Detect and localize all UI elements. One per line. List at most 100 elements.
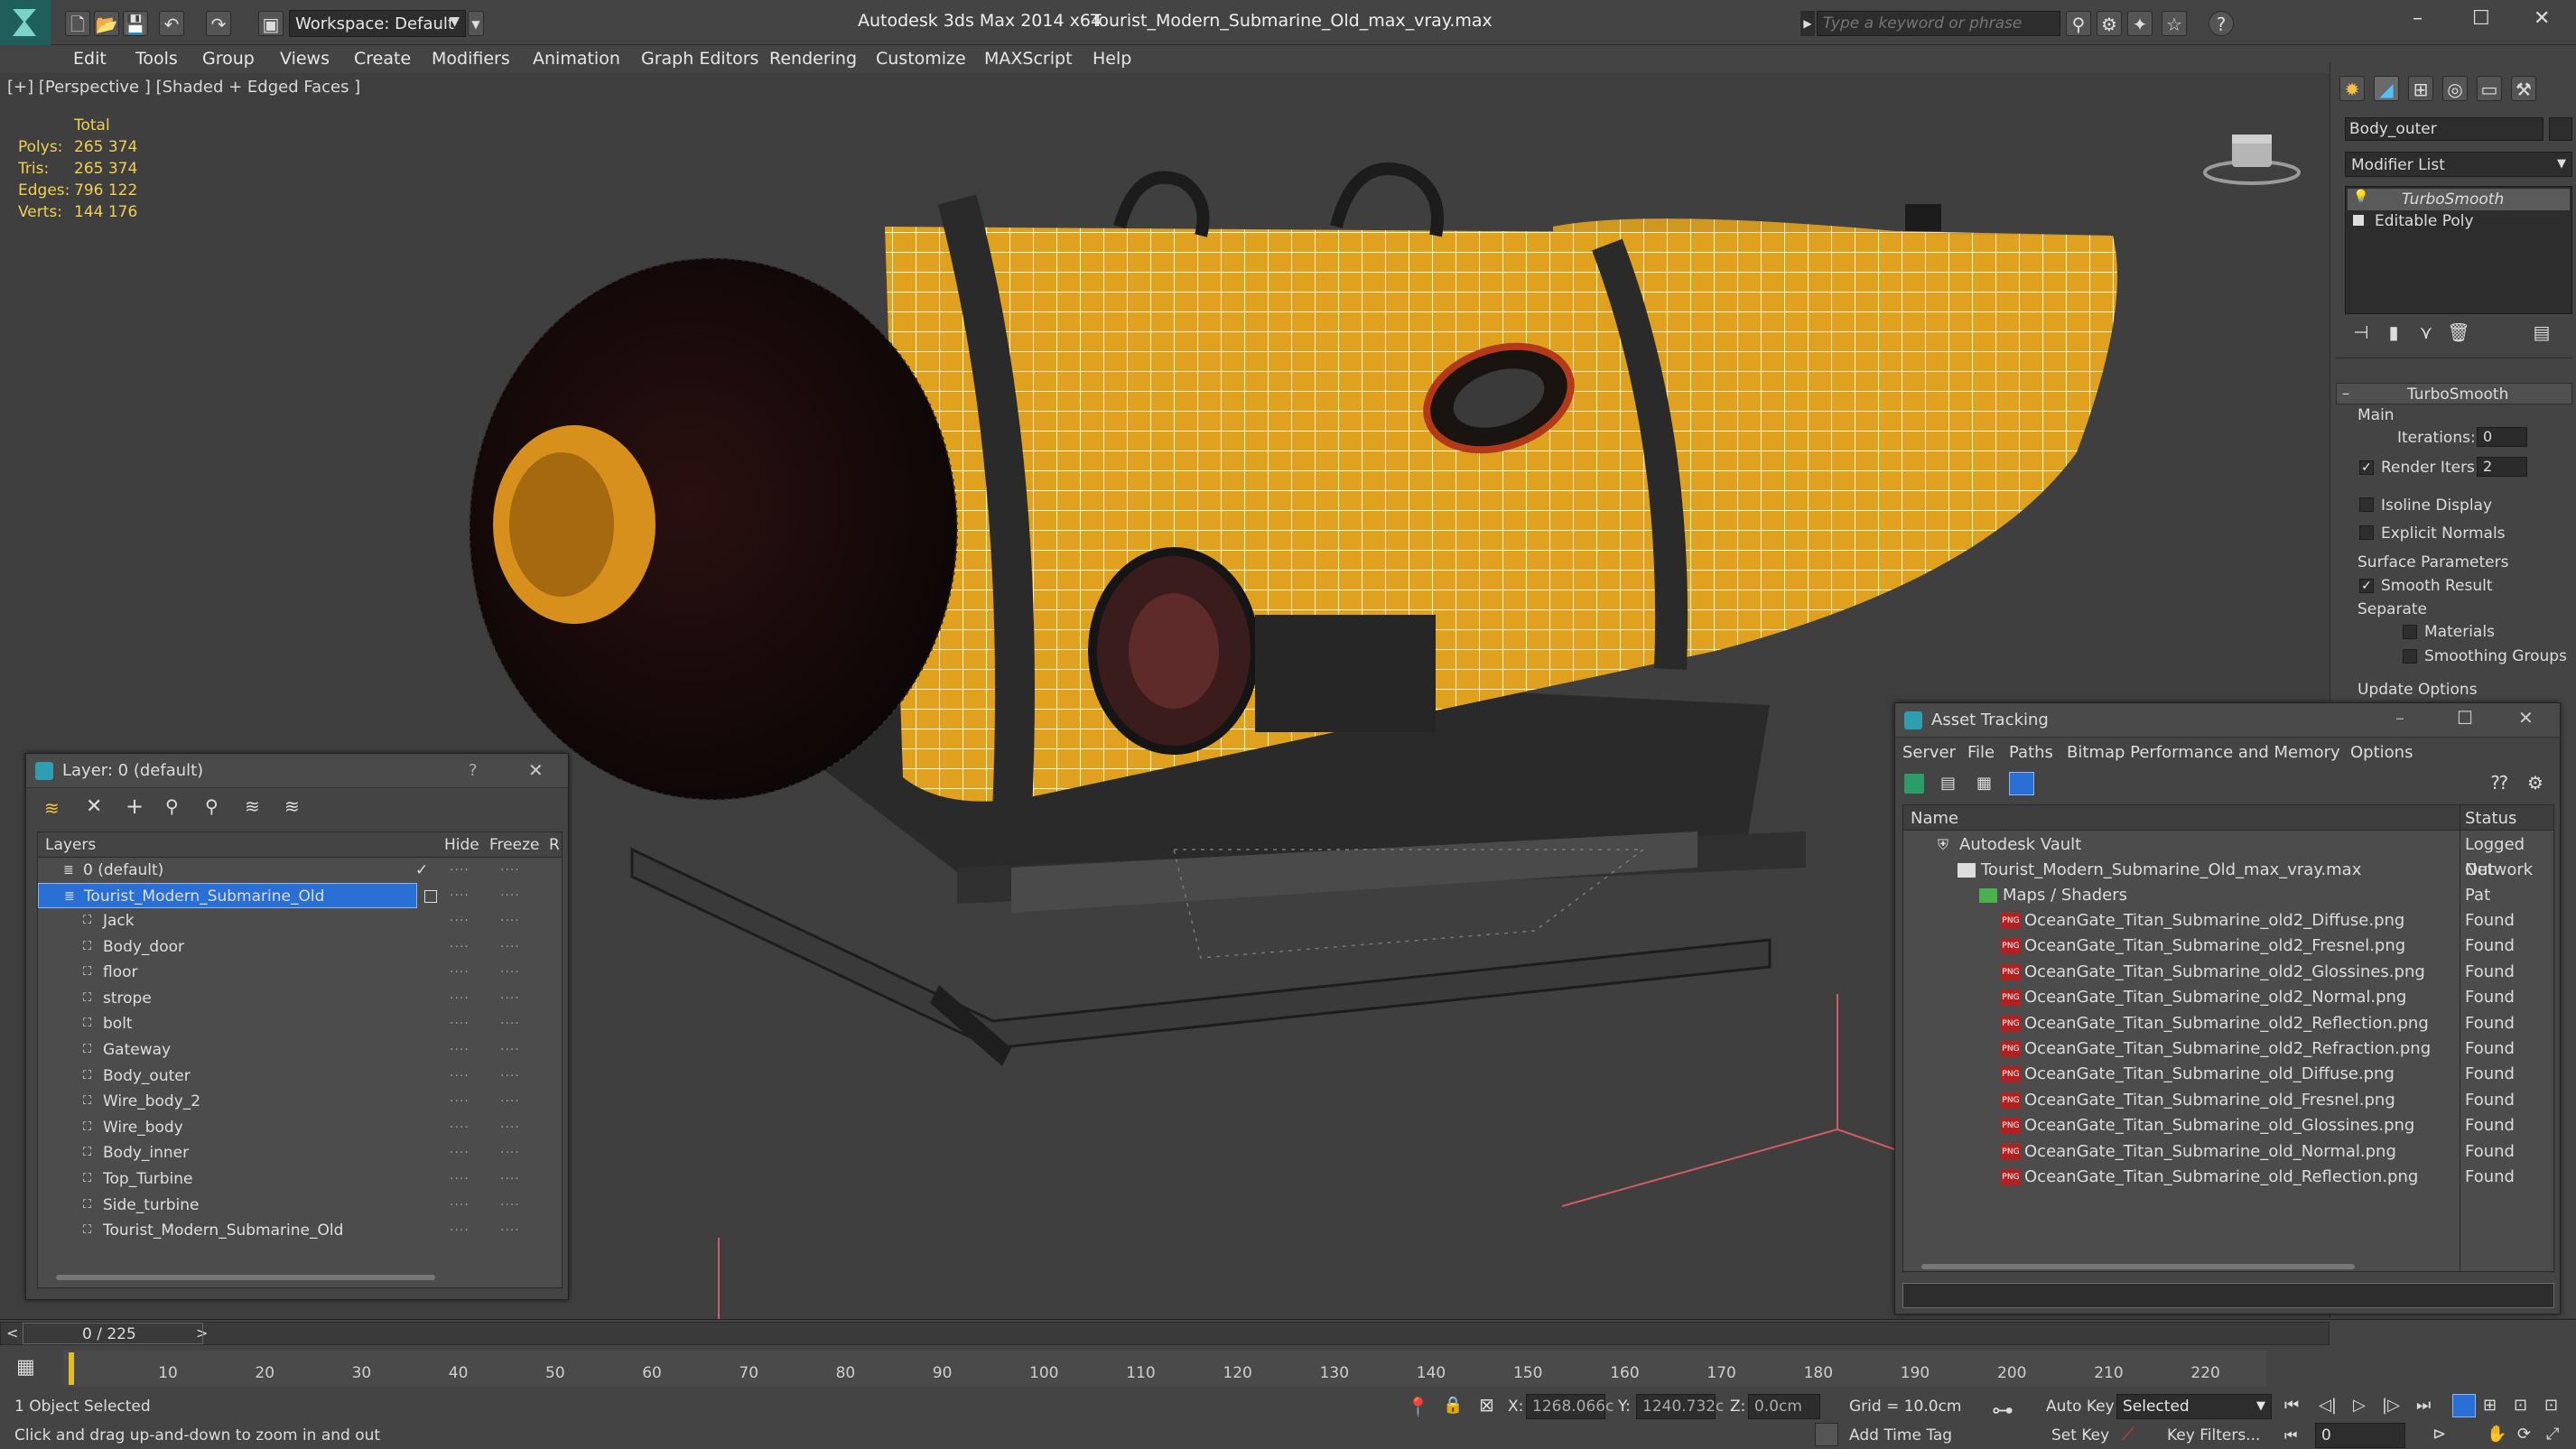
object-row[interactable]: ⛶ Tourist_Modern_Submarine_Old ···· ···· — [38, 1218, 578, 1243]
prev-frame-icon[interactable]: < — [6, 1324, 18, 1342]
hide-toggle[interactable]: ···· — [450, 1166, 470, 1192]
iterations-spinner[interactable]: 0 — [2477, 427, 2527, 447]
asset-row-map[interactable]: PNG OceanGate_Titan_Submarine_old_Normal.… — [1903, 1139, 2553, 1165]
asset-row-maxfile[interactable]: Tourist_Modern_Submarine_Old_max_vray.ma… — [1903, 858, 2553, 905]
help-icon[interactable]: ? — [469, 761, 478, 780]
hierarchy-tab-icon[interactable]: ⊞ — [2408, 76, 2433, 101]
dialog-title-bar[interactable]: Layer: 0 (default) ? ✕ — [26, 754, 568, 788]
minimize-button[interactable]: – — [2413, 7, 2423, 30]
asset-row-map[interactable]: PNG OceanGate_Titan_Submarine_old2_Fresne… — [1903, 933, 2553, 959]
configure-sets-icon[interactable]: ▤ — [2529, 320, 2554, 345]
menu-animation[interactable]: Animation — [533, 49, 620, 69]
stack-item-turbosmooth[interactable]: 💡 TurboSmooth — [2348, 189, 2570, 210]
object-row[interactable]: ⛶ strope ···· ···· — [38, 986, 578, 1011]
menu-views[interactable]: Views — [280, 49, 330, 69]
delete-icon[interactable]: ✕ — [86, 795, 102, 818]
hide-toggle[interactable]: ···· — [450, 1089, 470, 1114]
asset-path-field[interactable] — [1902, 1283, 2554, 1308]
object-row[interactable]: ⛶ floor ···· ···· — [38, 960, 578, 985]
hide-toggle[interactable]: ···· — [450, 1193, 470, 1218]
column-hide[interactable]: Hide — [444, 836, 479, 854]
communication-icon[interactable]: ✦ — [2127, 11, 2153, 36]
detail-view-icon[interactable]: ▦ — [1976, 774, 1992, 793]
close-button[interactable]: ✕ — [2534, 7, 2550, 30]
select-objects-icon[interactable]: ⚲ — [165, 795, 179, 817]
isoline-display-checkbox[interactable] — [2359, 497, 2374, 512]
remove-modifier-icon[interactable]: 🗑 — [2446, 320, 2471, 345]
hide-toggle[interactable]: ···· — [450, 1115, 470, 1140]
hide-toggle[interactable]: ···· — [450, 986, 470, 1011]
open-file-icon[interactable]: 📂 — [94, 11, 119, 36]
freeze-toggle[interactable]: ···· — [500, 1011, 520, 1036]
time-tag-icon[interactable] — [1815, 1423, 1838, 1446]
pin-icon[interactable]: 📍 — [1407, 1396, 1429, 1417]
active-check-icon[interactable]: ✓ — [415, 858, 428, 883]
hide-toggle[interactable]: ···· — [450, 1140, 470, 1166]
asset-row-map[interactable]: PNG OceanGate_Titan_Submarine_old2_Glossi… — [1903, 960, 2553, 985]
freeze-toggle[interactable]: ···· — [500, 1064, 520, 1089]
undo-icon[interactable]: ↶ — [159, 11, 184, 36]
refresh-icon[interactable] — [1904, 774, 1924, 794]
hide-toggle[interactable]: ···· — [450, 960, 470, 985]
menu-modifiers[interactable]: Modifiers — [432, 49, 510, 69]
freeze-toggle[interactable]: ···· — [500, 908, 520, 933]
asset-row-map[interactable]: PNG OceanGate_Titan_Submarine_old2_Reflec… — [1903, 1011, 2553, 1036]
zoom-extents-icon[interactable]: ⊡ — [2514, 1396, 2527, 1415]
app-logo-icon[interactable] — [0, 0, 51, 45]
favorites-star-icon[interactable]: ☆ — [2162, 11, 2187, 36]
binoculars-icon[interactable]: ⚲ — [2066, 11, 2091, 36]
asset-row-map[interactable]: PNG OceanGate_Titan_Submarine_old_Fresnel… — [1903, 1088, 2553, 1113]
prev-frame-icon[interactable]: ⏮ — [2284, 1426, 2297, 1444]
column-name[interactable]: Name — [1911, 809, 1958, 828]
dialog-title-bar[interactable]: Asset Tracking – ☐ ✕ — [1895, 703, 2560, 738]
subscription-icon[interactable]: ⚙ — [2097, 11, 2122, 36]
freeze-toggle[interactable]: ···· — [500, 1193, 520, 1218]
freeze-toggle[interactable]: ···· — [500, 934, 520, 960]
freeze-toggle[interactable]: ···· — [500, 863, 520, 878]
set-key-button[interactable]: Set Key — [2051, 1426, 2109, 1444]
pin-stack-icon[interactable]: ⊣ — [2348, 320, 2374, 345]
layer-row-default[interactable]: ≣ 0 (default) ✓ — [38, 858, 578, 883]
save-icon[interactable]: 💾 — [123, 11, 148, 36]
freeze-toggle[interactable]: ···· — [500, 960, 520, 985]
time-slider-thumb[interactable] — [23, 1323, 203, 1344]
object-row[interactable]: ⛶ Body_door ···· ···· — [38, 934, 578, 960]
menu-tools[interactable]: Tools — [135, 49, 178, 69]
layer-row-submarine[interactable]: ≣ Tourist_Modern_Submarine_Old — [38, 883, 417, 908]
timeline-config-icon[interactable]: ▦ — [16, 1356, 35, 1379]
absolute-mode-icon[interactable]: ⊠ — [1479, 1394, 1494, 1416]
key-filters-button[interactable]: Key Filters... — [2167, 1426, 2260, 1444]
explicit-normals-checkbox[interactable] — [2359, 525, 2374, 540]
turbosmooth-rollout-header[interactable]: – TurboSmooth — [2336, 383, 2572, 404]
key-icon[interactable]: ⊶ — [1992, 1398, 2013, 1423]
search-input[interactable] — [1817, 11, 2060, 36]
object-row[interactable]: ⛶ Wire_body_2 ···· ···· — [38, 1089, 578, 1114]
next-key-icon[interactable]: |▷ — [2382, 1396, 2400, 1415]
add-icon[interactable]: + — [126, 794, 144, 819]
highlight-layer-icon[interactable]: ⚲ — [205, 795, 219, 817]
go-to-end-icon[interactable]: ⏭ — [2416, 1396, 2431, 1415]
asset-row-vault[interactable]: ⛨ Autodesk Vault Logged Out — [1903, 832, 2553, 879]
column-render[interactable]: R — [549, 836, 560, 854]
make-unique-icon[interactable]: ⋎ — [2413, 320, 2439, 345]
help-icon[interactable]: ⁇ — [2491, 772, 2507, 794]
smoothing-groups-checkbox[interactable] — [2403, 649, 2417, 664]
hide-toggle[interactable]: ···· — [450, 1037, 470, 1063]
render-iters-checkbox[interactable]: ✓ — [2359, 460, 2374, 475]
key-mode-dropdown[interactable]: Selected ▼ — [2116, 1394, 2272, 1419]
orbit-icon[interactable]: ⟳ — [2517, 1425, 2531, 1444]
motion-tab-icon[interactable]: ◎ — [2442, 76, 2468, 101]
menu-bitmap-performance[interactable]: Bitmap Performance and Memory — [2067, 743, 2340, 762]
close-icon[interactable]: ✕ — [2518, 707, 2534, 729]
menu-edit[interactable]: Edit — [73, 49, 107, 69]
list-view-icon[interactable]: ▤ — [1940, 774, 1956, 793]
menu-create[interactable]: Create — [354, 49, 411, 69]
y-coordinate-field[interactable]: 1240.732c — [1636, 1394, 1724, 1419]
menu-paths[interactable]: Paths — [2009, 743, 2053, 762]
lock-icon[interactable]: 🔒 — [1443, 1396, 1463, 1415]
hide-toggle[interactable]: ···· — [450, 934, 470, 960]
x-coordinate-field[interactable]: 1268.066c — [1526, 1394, 1613, 1419]
menu-server[interactable]: Server — [1902, 743, 1956, 762]
field-of-view-icon[interactable]: ⊳ — [2432, 1425, 2446, 1444]
add-time-tag[interactable]: Add Time Tag — [1849, 1426, 1952, 1444]
